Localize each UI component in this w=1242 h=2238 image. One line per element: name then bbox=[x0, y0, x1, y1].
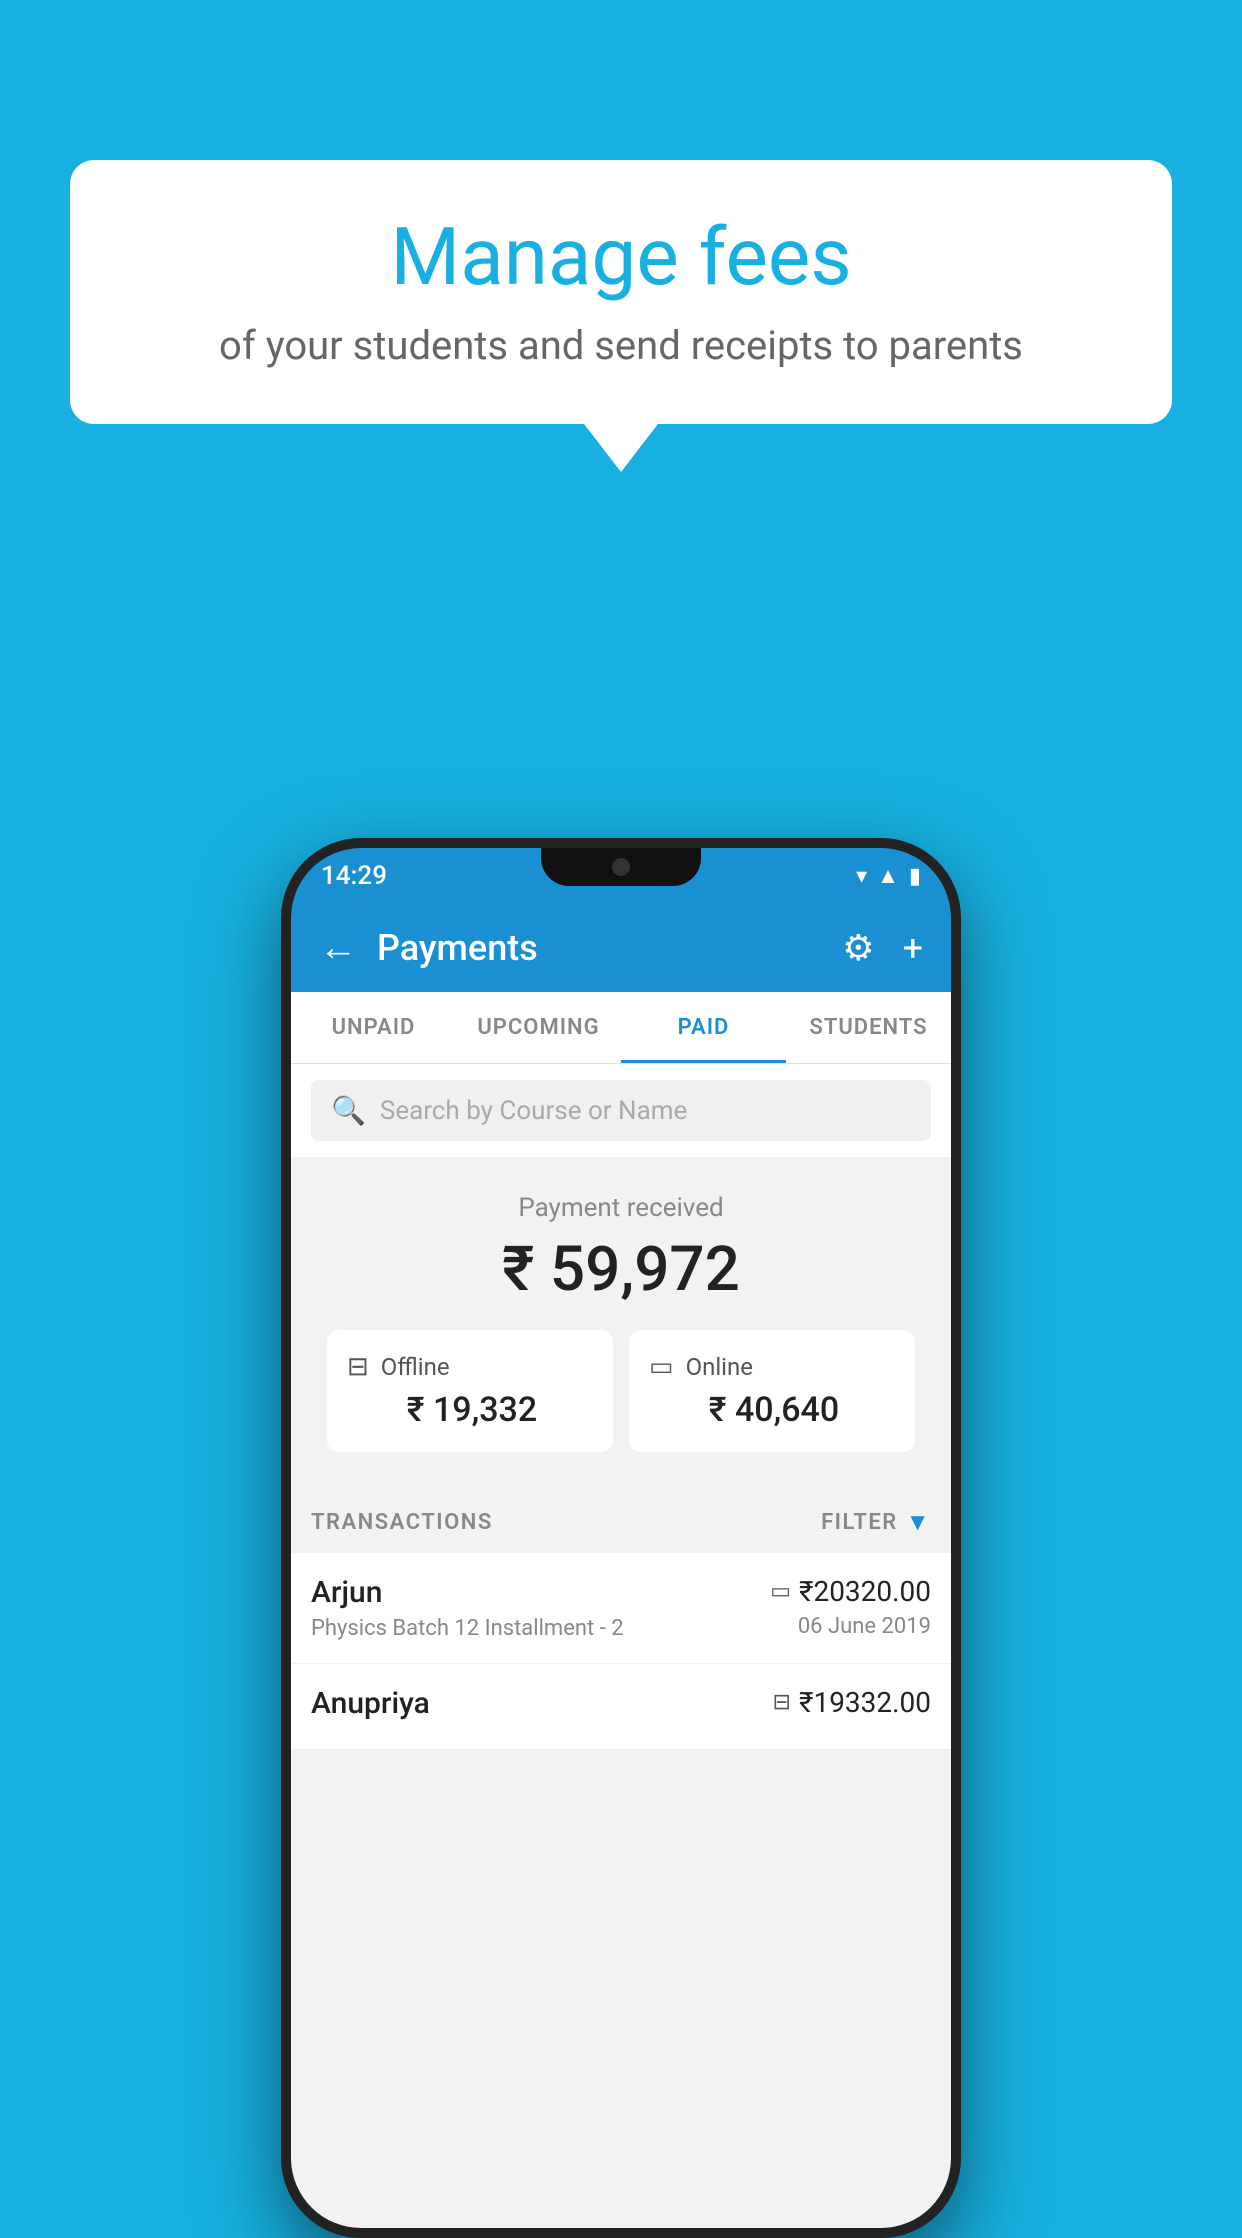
app-bar: ← Payments ⚙ + bbox=[291, 904, 951, 992]
transaction-description: Physics Batch 12 Installment - 2 bbox=[311, 1616, 770, 1641]
payment-cards-row: ⊟ Offline ₹ 19,332 ▭ Online ₹ 40,640 bbox=[311, 1330, 931, 1452]
transaction-left: Anupriya bbox=[311, 1686, 773, 1727]
filter-button[interactable]: FILTER ▼ bbox=[821, 1508, 931, 1537]
payment-received-label: Payment received bbox=[311, 1193, 931, 1223]
speech-bubble-heading: Manage fees bbox=[130, 210, 1112, 304]
transaction-amount: ₹20320.00 bbox=[799, 1575, 931, 1608]
app-bar-actions: ⚙ + bbox=[842, 927, 923, 969]
payment-summary: Payment received ₹ 59,972 ⊟ Offline ₹ 19… bbox=[291, 1157, 951, 1480]
search-bar: 🔍 Search by Course or Name bbox=[291, 1064, 951, 1157]
settings-icon[interactable]: ⚙ bbox=[842, 927, 874, 969]
transaction-amount: ₹19332.00 bbox=[799, 1686, 931, 1719]
search-input[interactable]: Search by Course or Name bbox=[380, 1096, 687, 1126]
transaction-item[interactable]: Anupriya ⊟ ₹19332.00 bbox=[291, 1664, 951, 1750]
transactions-header: TRANSACTIONS FILTER ▼ bbox=[291, 1480, 951, 1553]
cash-payment-icon: ⊟ bbox=[773, 1690, 791, 1715]
filter-label: FILTER bbox=[821, 1510, 898, 1535]
phone-frame: 14:29 ▾ ▲ ▮ ← Payments ⚙ + UNPAID UPCOMI… bbox=[281, 838, 961, 2238]
tab-students[interactable]: STUDENTS bbox=[786, 992, 951, 1063]
tab-upcoming[interactable]: UPCOMING bbox=[456, 992, 621, 1063]
battery-icon: ▮ bbox=[909, 864, 921, 889]
transaction-name: Arjun bbox=[311, 1575, 770, 1610]
add-icon[interactable]: + bbox=[903, 927, 923, 969]
online-amount: ₹ 40,640 bbox=[649, 1390, 895, 1430]
screen-content: 🔍 Search by Course or Name Payment recei… bbox=[291, 1064, 951, 2228]
online-card: ▭ Online ₹ 40,640 bbox=[629, 1330, 915, 1452]
transaction-date: 06 June 2019 bbox=[798, 1614, 931, 1639]
online-card-header: ▭ Online bbox=[649, 1352, 895, 1382]
transaction-list: Arjun Physics Batch 12 Installment - 2 ▭… bbox=[291, 1553, 951, 1750]
speech-bubble-subtext: of your students and send receipts to pa… bbox=[130, 322, 1112, 369]
offline-label: Offline bbox=[381, 1353, 450, 1381]
transaction-right: ▭ ₹20320.00 06 June 2019 bbox=[770, 1575, 931, 1639]
transaction-name: Anupriya bbox=[311, 1686, 773, 1721]
wifi-icon: ▾ bbox=[856, 864, 867, 889]
filter-icon: ▼ bbox=[906, 1508, 931, 1537]
offline-amount: ₹ 19,332 bbox=[347, 1390, 593, 1430]
transaction-item[interactable]: Arjun Physics Batch 12 Installment - 2 ▭… bbox=[291, 1553, 951, 1664]
online-label: Online bbox=[686, 1353, 753, 1381]
search-icon: 🔍 bbox=[331, 1094, 366, 1127]
transaction-amount-row: ▭ ₹20320.00 bbox=[770, 1575, 931, 1608]
tab-unpaid[interactable]: UNPAID bbox=[291, 992, 456, 1063]
signal-icon: ▲ bbox=[877, 863, 899, 889]
offline-card-header: ⊟ Offline bbox=[347, 1352, 593, 1382]
phone-notch bbox=[541, 848, 701, 886]
back-button[interactable]: ← bbox=[319, 926, 357, 970]
payment-total-amount: ₹ 59,972 bbox=[311, 1233, 931, 1306]
volume-button bbox=[281, 1068, 285, 1148]
power-button-top bbox=[957, 1028, 961, 1088]
card-payment-icon: ▭ bbox=[770, 1579, 791, 1604]
offline-card: ⊟ Offline ₹ 19,332 bbox=[327, 1330, 613, 1452]
search-input-row[interactable]: 🔍 Search by Course or Name bbox=[311, 1080, 931, 1141]
transactions-label: TRANSACTIONS bbox=[311, 1510, 493, 1535]
status-time: 14:29 bbox=[321, 861, 387, 891]
status-icons: ▾ ▲ ▮ bbox=[856, 863, 921, 889]
speech-bubble: Manage fees of your students and send re… bbox=[70, 160, 1172, 424]
power-button-bottom bbox=[957, 1138, 961, 1258]
transaction-amount-row: ⊟ ₹19332.00 bbox=[773, 1686, 931, 1719]
offline-icon: ⊟ bbox=[347, 1352, 369, 1382]
tab-bar: UNPAID UPCOMING PAID STUDENTS bbox=[291, 992, 951, 1064]
online-icon: ▭ bbox=[649, 1352, 674, 1382]
transaction-right: ⊟ ₹19332.00 bbox=[773, 1686, 931, 1719]
transaction-left: Arjun Physics Batch 12 Installment - 2 bbox=[311, 1575, 770, 1641]
tab-paid[interactable]: PAID bbox=[621, 992, 786, 1063]
app-title: Payments bbox=[377, 927, 842, 969]
